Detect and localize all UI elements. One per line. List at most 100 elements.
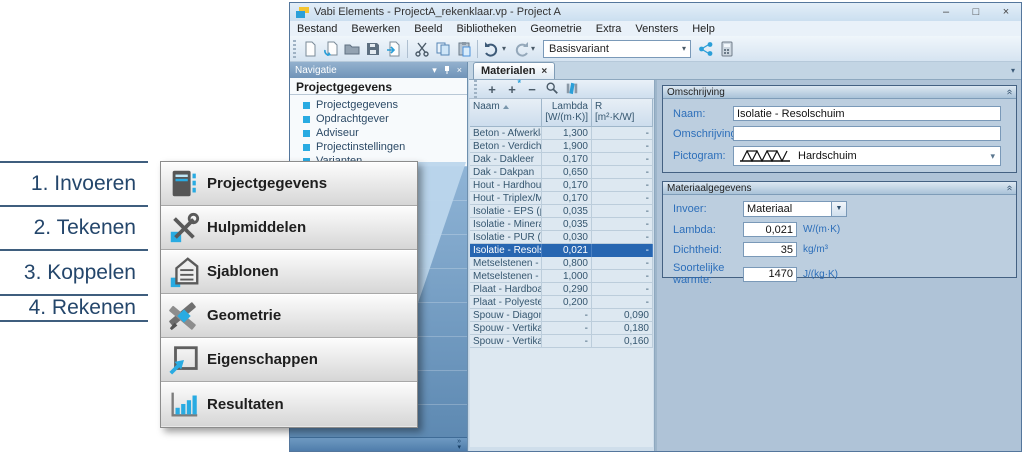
window-title: Vabi Elements - ProjectA_rekenklaar.vp -… <box>314 6 561 18</box>
search-button[interactable] <box>544 81 560 98</box>
toolbar-grip[interactable] <box>474 80 477 98</box>
material-row[interactable]: Hout - Hardhout 0,170 - <box>470 179 653 192</box>
omschrijving-header[interactable]: Omschrijving « <box>663 86 1016 99</box>
material-row[interactable]: Metselstenen - K 1,000 - <box>470 270 653 283</box>
callout-button[interactable]: Geometrie <box>161 294 417 338</box>
panel-close-icon[interactable]: × <box>457 65 462 75</box>
panel-dropdown-icon[interactable]: ▾ <box>432 65 437 76</box>
callout-button[interactable]: Resultaten <box>161 382 417 426</box>
variant-combobox[interactable]: Basisvariant ▾ <box>543 40 691 58</box>
redo-button[interactable] <box>510 38 531 59</box>
navigation-item[interactable]: Projectinstellingen <box>290 140 467 154</box>
column-header-naam[interactable]: Naam <box>470 99 542 126</box>
tab-close-icon[interactable]: × <box>541 66 547 77</box>
callout-button[interactable]: Sjablonen <box>161 250 417 294</box>
material-row[interactable]: Spouw - Vertikaal - 0,160 <box>470 335 653 348</box>
omschrijving-input[interactable] <box>733 126 1001 141</box>
field-unit: W/(m·K) <box>803 224 840 235</box>
pin-icon[interactable] <box>443 65 451 75</box>
field-value-input[interactable] <box>743 267 797 282</box>
material-row[interactable]: Hout - Triplex/Mul 0,170 - <box>470 192 653 205</box>
menu-item[interactable]: Beeld <box>407 23 449 35</box>
close-button[interactable]: × <box>991 4 1021 20</box>
column-header-lambda[interactable]: Lambda[W/(m·K)] <box>542 99 592 126</box>
field-unit: kg/m³ <box>803 244 828 255</box>
undo-button[interactable] <box>481 38 502 59</box>
copy-button[interactable] <box>432 38 453 59</box>
menu-item[interactable]: Bewerken <box>344 23 407 35</box>
combo-arrow-icon[interactable]: ▼ <box>831 202 846 216</box>
navigation-item[interactable]: Adviseur <box>290 126 467 140</box>
menu-bar: BestandBewerkenBeeldBibliothekenGeometri… <box>290 21 1021 36</box>
star-icon: * <box>517 78 521 88</box>
pictogram-label: Pictogram: <box>663 150 733 162</box>
chevron-down-icon[interactable]: ▾ <box>990 151 995 162</box>
navigation-overflow-bar[interactable]: » ▾ <box>290 437 467 451</box>
material-row[interactable]: Dak - Dakpan 0,650 - <box>470 166 653 179</box>
tab-materialen[interactable]: Materialen × <box>473 62 555 79</box>
menu-item[interactable]: Bibliotheken <box>449 23 523 35</box>
document-tab-strip: Materialen × ▾ <box>469 62 1021 80</box>
cut-scissors-icon <box>414 41 430 57</box>
pictogram-value: Hardschuim <box>798 150 857 162</box>
toolbar-grip[interactable] <box>293 40 296 58</box>
material-row[interactable]: Isolatie - Resolsc 0,021 - <box>470 244 653 257</box>
material-row[interactable]: Plaat - Hardboard 0,290 - <box>470 283 653 296</box>
paste-button[interactable] <box>453 38 474 59</box>
export-file-button[interactable] <box>383 38 404 59</box>
material-row[interactable]: Metselstenen - B 0,800 - <box>470 257 653 270</box>
material-row[interactable]: Plaat - Polyesterp 0,200 - <box>470 296 653 309</box>
undo-dropdown-arrow[interactable]: ▾ <box>502 44 510 53</box>
collapse-chevrons-icon[interactable]: « <box>1004 185 1014 191</box>
callout-button[interactable]: Eigenschappen <box>161 338 417 382</box>
material-row[interactable]: Beton - Afwerklaa 1,300 - <box>470 127 653 140</box>
material-row[interactable]: Dak - Dakleer 0,170 - <box>470 153 653 166</box>
share-button[interactable] <box>695 38 716 59</box>
menu-item[interactable]: Geometrie <box>523 23 588 35</box>
properties-icon <box>161 343 207 377</box>
material-row[interactable]: Beton - Verdicht g 1,900 - <box>470 140 653 153</box>
save-button[interactable] <box>362 38 383 59</box>
field-value-input[interactable] <box>743 242 797 257</box>
remove-material-button[interactable]: − <box>524 82 540 97</box>
material-row[interactable]: Isolatie - Minerale 0,035 - <box>470 218 653 231</box>
callout-button[interactable]: Hulpmiddelen <box>161 206 417 250</box>
calculator-button[interactable] <box>716 38 737 59</box>
new-file-button[interactable] <box>299 38 320 59</box>
add-special-material-button[interactable]: + * <box>504 82 520 97</box>
library-button[interactable] <box>564 81 580 98</box>
calculator-icon <box>719 41 735 57</box>
pictogram-dropdown[interactable]: Hardschuim ▾ <box>733 146 1001 166</box>
field-value-input[interactable] <box>743 222 797 237</box>
materiaalgegevens-header[interactable]: Materiaalgegevens « <box>663 182 1016 195</box>
menu-item[interactable]: Bestand <box>290 23 344 35</box>
callout-button[interactable]: Projectgegevens <box>161 162 417 206</box>
naam-input[interactable] <box>733 106 1001 121</box>
chevron-down-icon[interactable]: ▾ <box>678 44 690 53</box>
material-row[interactable]: Isolatie - EPS (po 0,035 - <box>470 205 653 218</box>
phase-label: 2. Tekenen <box>0 205 148 249</box>
collapse-chevrons-icon[interactable]: « <box>1004 89 1014 95</box>
title-bar[interactable]: Vabi Elements - ProjectA_rekenklaar.vp -… <box>290 3 1021 21</box>
open-folder-button[interactable] <box>341 38 362 59</box>
column-header-r[interactable]: R[m²·K/W] <box>592 99 653 126</box>
maximize-button[interactable]: □ <box>961 4 991 20</box>
minimize-button[interactable]: – <box>931 4 961 20</box>
material-row[interactable]: Isolatie - PUR (po 0,030 - <box>470 231 653 244</box>
open-file-button[interactable] <box>320 38 341 59</box>
navigation-heading: Projectgegevens <box>290 78 467 95</box>
cut-button[interactable] <box>411 38 432 59</box>
tabstrip-dropdown-icon[interactable]: ▾ <box>1011 66 1021 79</box>
material-row[interactable]: Spouw - Vertikaal - 0,180 <box>470 322 653 335</box>
menu-item[interactable]: Extra <box>589 23 629 35</box>
add-material-button[interactable]: + <box>484 82 500 97</box>
invoer-combobox[interactable]: Materiaal ▼ <box>743 201 847 217</box>
material-row[interactable]: Spouw - Diagona - 0,090 <box>470 309 653 322</box>
field-unit: J/(kg·K) <box>803 269 838 280</box>
redo-dropdown-arrow[interactable]: ▾ <box>531 44 539 53</box>
menu-item[interactable]: Vensters <box>628 23 685 35</box>
menu-item[interactable]: Help <box>685 23 722 35</box>
navigation-item[interactable]: Opdrachtgever <box>290 112 467 126</box>
navigation-item[interactable]: Projectgegevens <box>290 98 467 112</box>
chevron-down-overflow-icon[interactable]: ▾ <box>457 445 461 451</box>
